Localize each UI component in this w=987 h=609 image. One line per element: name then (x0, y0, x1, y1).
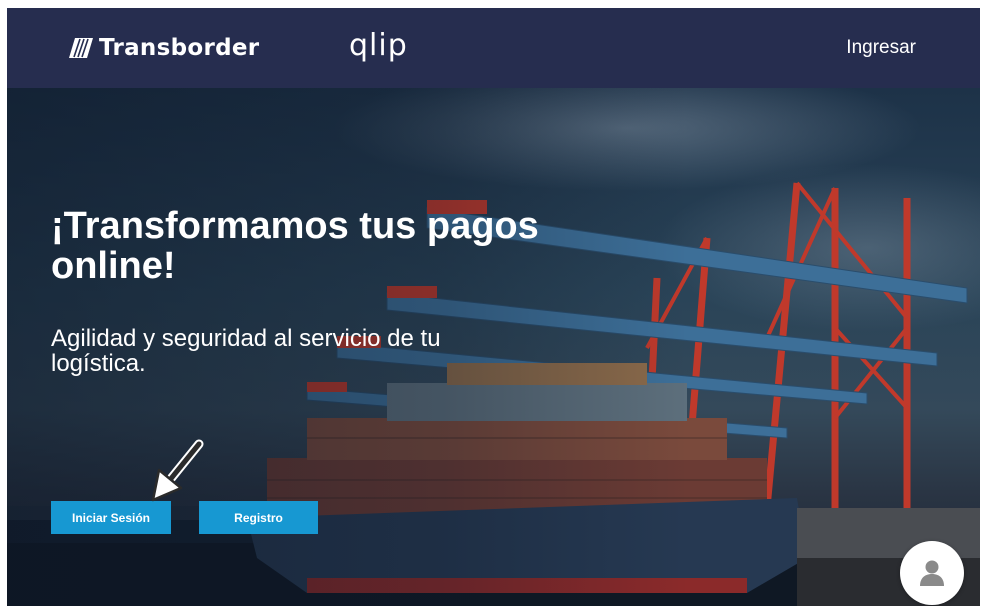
product-logo[interactable]: qlip (349, 28, 408, 63)
hero-headline-line1: ¡Transformamos tus pagos (51, 205, 539, 247)
brand-logo[interactable]: Transborder (69, 32, 259, 64)
hero-headline-line2: online! (51, 245, 176, 287)
user-avatar-icon (920, 560, 944, 586)
hero-subtitle-line2: logística. (51, 350, 146, 377)
diagonal-stripes-logo-icon (69, 38, 93, 58)
hero-headline: ¡Transformamos tus pagos online! (51, 206, 671, 286)
chat-support-button[interactable] (900, 541, 964, 605)
page-frame: Transborder qlip Ingresar ¡Transformamos… (7, 8, 980, 606)
hero-subtitle-line1: Agilidad y seguridad al servicio de tu (51, 325, 441, 352)
annotation-arrow-icon (151, 439, 204, 502)
brand-name: Transborder (99, 35, 260, 61)
login-button[interactable]: Iniciar Sesión (51, 501, 171, 534)
register-button[interactable]: Registro (199, 501, 318, 534)
top-navbar: Transborder qlip Ingresar (7, 8, 980, 88)
login-link[interactable]: Ingresar (846, 37, 916, 59)
hero-subtitle: Agilidad y seguridad al servicio de tu l… (51, 326, 611, 376)
